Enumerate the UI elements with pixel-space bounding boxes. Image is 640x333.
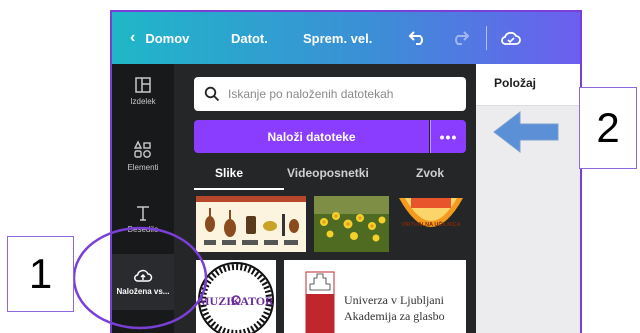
save-status-button[interactable] xyxy=(500,12,522,64)
uploads-panel: Iskanje po naloženih datotekah Naloži da… xyxy=(174,64,476,333)
search-placeholder: Iskanje po naloženih datotekah xyxy=(228,87,394,101)
callout-label-1: 1 xyxy=(7,236,74,312)
tab-videoposnetki[interactable]: Videoposnetki xyxy=(287,166,369,180)
image-thumbnail-instruments[interactable] xyxy=(196,196,306,252)
toolbar-divider xyxy=(486,26,487,50)
top-toolbar: ‹ Domov Datot. Sprem. vel. xyxy=(112,12,580,64)
university-logo: Univerza v Ljubljani Akademija za glasbo xyxy=(305,271,445,333)
left-sidebar: Izdelek Elementi Besedilo Naložena vs... xyxy=(112,64,174,333)
redo-icon xyxy=(455,31,470,45)
more-options-button[interactable]: ••• xyxy=(430,120,466,153)
image-thumbnail-muzikator[interactable]: MUZIKATOR xyxy=(196,260,276,333)
image-thumbnail-virtual-classroom[interactable]: VIRTUALNA UČILNICA xyxy=(395,196,467,252)
muzikator-logo: MUZIKATOR xyxy=(198,262,274,333)
search-input[interactable]: Iskanje po naloženih datotekah xyxy=(194,77,466,111)
daffodils-photo xyxy=(314,196,389,252)
sidebar-item-label: Naložena vs... xyxy=(116,287,170,296)
home-label: Domov xyxy=(145,30,190,46)
sidebar-item-label: Besedilo xyxy=(127,225,159,234)
virtual-classroom-logo: VIRTUALNA UČILNICA xyxy=(399,198,463,228)
cloud-upload-icon xyxy=(134,269,153,282)
tab-slike[interactable]: Slike xyxy=(215,166,243,180)
image-thumbnail-daffodils[interactable] xyxy=(314,196,389,252)
editor-window: ‹ Domov Datot. Sprem. vel. Izdelek Eleme… xyxy=(110,10,582,333)
position-tab[interactable]: Položaj xyxy=(494,76,536,90)
home-button[interactable]: ‹ Domov xyxy=(130,12,189,64)
sidebar-item-label: Elementi xyxy=(127,163,159,172)
file-menu-button[interactable]: Datot. xyxy=(231,12,268,64)
shapes-icon xyxy=(133,140,151,158)
screenshot-stage: ‹ Domov Datot. Sprem. vel. Izdelek Eleme… xyxy=(0,0,640,333)
university-line-2: Akademija za glasbo xyxy=(344,309,445,323)
media-tabs: Slike Videoposnetki Zvok xyxy=(194,162,466,192)
sidebar-item-besedilo[interactable]: Besedilo xyxy=(112,204,174,234)
properties-pane: Položaj xyxy=(476,64,580,333)
instruments-illustration xyxy=(196,196,306,245)
university-line-1: Univerza v Ljubljani xyxy=(344,293,445,307)
resize-button[interactable]: Sprem. vel. xyxy=(303,12,372,64)
sidebar-item-uploads[interactable]: Naložena vs... xyxy=(112,254,174,310)
redo-button[interactable] xyxy=(450,12,470,64)
layout-icon xyxy=(135,77,151,93)
sidebar-item-elementi[interactable]: Elementi xyxy=(112,140,174,172)
search-icon xyxy=(204,86,220,102)
sidebar-item-label: Izdelek xyxy=(130,97,156,106)
image-thumbnail-university[interactable]: Univerza v Ljubljani Akademija za glasbo xyxy=(284,260,466,333)
sidebar-item-izdelek[interactable]: Izdelek xyxy=(112,76,174,106)
text-icon xyxy=(137,206,149,221)
properties-header: Položaj xyxy=(476,64,580,106)
muzikator-text: MUZIKATOR xyxy=(198,294,274,308)
cloud-sync-icon xyxy=(501,31,521,45)
virtual-classroom-text: VIRTUALNA UČILNICA xyxy=(401,221,460,228)
undo-button[interactable] xyxy=(408,12,428,64)
active-tab-indicator xyxy=(194,188,284,190)
upload-files-button[interactable]: Naloži datoteke xyxy=(194,120,429,153)
chevron-left-icon: ‹ xyxy=(130,29,136,46)
undo-icon xyxy=(408,31,423,45)
callout-label-2: 2 xyxy=(579,87,637,169)
tab-zvok[interactable]: Zvok xyxy=(416,166,444,180)
